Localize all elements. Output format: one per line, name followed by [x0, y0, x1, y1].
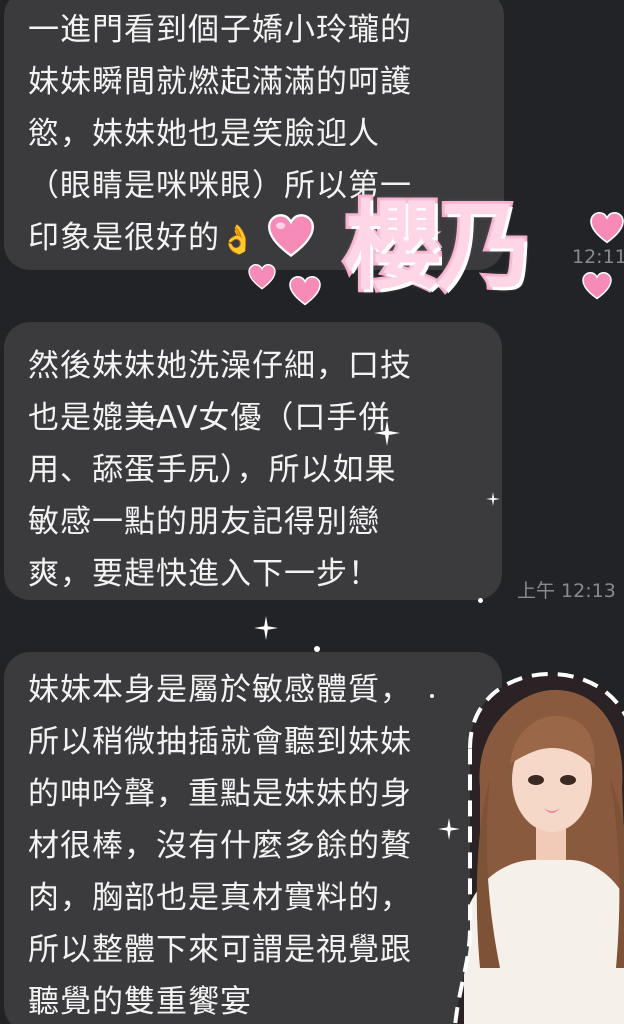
message-line: 肉，胸部也是真材實料的，: [28, 880, 412, 916]
heart-icon: [289, 276, 321, 306]
message-line: 用、舔蛋手尻），所以如果: [28, 452, 397, 488]
sparkle-dot-icon: [478, 598, 483, 603]
sparkle-icon: [486, 492, 500, 506]
sparkle-icon: [144, 412, 160, 428]
message-line: 慾，妹妹她也是笑臉迎人: [28, 116, 380, 152]
message-line: 的呻吟聲，重點是妹妹的身: [28, 776, 412, 812]
message-line: 妹妹本身是屬於敏感體質，: [28, 672, 412, 708]
message-line: 聽覺的雙重饗宴: [28, 984, 252, 1020]
heart-icon: [248, 264, 276, 290]
message-bubble[interactable]: 然後妹妹她洗澡仔細，口技 也是媲美AV女優（口手併 用、舔蛋手尻），所以如果 敏…: [4, 322, 502, 600]
sparkle-dot-icon: [430, 694, 434, 698]
heart-icon: [582, 272, 612, 300]
ok-hand-emoji-icon: 👌: [220, 222, 256, 256]
message-line: 然後妹妹她洗澡仔細，口技: [28, 348, 412, 384]
message-line: 所以整體下來可謂是視覺跟: [28, 932, 412, 968]
message-line-text: 印象是很好的: [28, 220, 220, 256]
chat-screenshot: 一進門看到個子嬌小玲瓏的 妹妹瞬間就燃起滿滿的呵護 慾，妹妹她也是笑臉迎人 （眼…: [0, 0, 624, 1024]
message-line: 敏感一點的朋友記得別戀: [28, 504, 380, 540]
message-line: 一進門看到個子嬌小玲瓏的: [28, 12, 412, 48]
name-sticker-title: 櫻乃: [342, 189, 536, 305]
avatar-portrait-icon: [453, 671, 624, 1024]
message-line: 材很棒，沒有什麼多餘的贅: [28, 828, 412, 864]
sparkle-icon: [254, 616, 278, 640]
message-bubble[interactable]: 妹妹本身是屬於敏感體質， 所以稍微抽插就會聽到妹妹 的呻吟聲，重點是妹妹的身 材…: [4, 652, 502, 1024]
message-line: 所以稍微抽插就會聽到妹妹: [28, 724, 412, 760]
heart-icon: [590, 212, 624, 244]
message-line: 妹妹瞬間就燃起滿滿的呵護: [28, 64, 412, 100]
sparkle-dot-icon: [314, 646, 320, 652]
message-line: 也是媲美AV女優（口手併: [28, 400, 391, 436]
message-timestamp: 上午 12:13: [517, 580, 616, 602]
heart-icon: [268, 214, 314, 257]
sparkle-icon: [374, 420, 400, 446]
message-line: 爽，要趕快進入下一步！: [28, 556, 380, 592]
message-timestamp: 12:11: [572, 246, 624, 268]
